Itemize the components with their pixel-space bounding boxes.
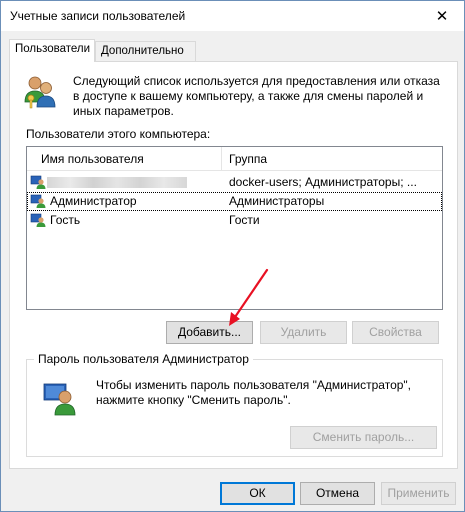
close-icon: ✕ [435,8,449,25]
row-group: docker-users; Администраторы; ... [229,175,417,189]
row-group: Администраторы [229,194,325,208]
row-username: Гость [50,213,81,227]
password-group: Пароль пользователя Администратор Чтобы … [26,352,443,457]
users-list-label: Пользователи этого компьютера: [26,127,211,141]
intro-description: Следующий список используется для предос… [73,74,440,118]
users-icon [24,76,56,109]
close-button[interactable]: ✕ [420,1,464,31]
ok-button[interactable]: ОК [220,482,295,505]
user-icon [30,175,46,189]
column-header-username[interactable]: Имя пользователя [27,147,222,171]
password-description: Чтобы изменить пароль пользователя "Адми… [96,378,412,407]
apply-button[interactable]: Применить [381,482,456,505]
tab-advanced[interactable]: Дополнительно [95,41,196,62]
tab-users[interactable]: Пользователи [9,39,95,62]
dialog-window: Учетные записи пользователей ✕ Пользоват… [0,0,465,512]
row-group: Гости [229,213,260,227]
table-row[interactable]: docker-users; Администраторы; ... [27,173,442,192]
column-header-group[interactable]: Группа [222,147,442,171]
password-group-title: Пароль пользователя Администратор [34,352,253,366]
user-icon [30,213,46,227]
obscured-username [47,177,187,188]
table-row[interactable]: Администратор Администраторы [27,192,442,211]
table-row[interactable]: Гость Гости [27,211,442,230]
user-key-icon [43,383,76,416]
properties-button[interactable]: Свойства [352,321,439,344]
user-icon [30,194,46,208]
cancel-button[interactable]: Отмена [300,482,375,505]
users-tab-panel: Следующий список используется для предос… [9,61,458,469]
title-bar[interactable]: Учетные записи пользователей ✕ [1,1,464,31]
change-password-button[interactable]: Сменить пароль... [290,426,437,449]
row-username: Администратор [50,194,137,208]
users-listview[interactable]: Имя пользователя Группа docker-users; Ад… [26,146,443,310]
listview-header: Имя пользователя Группа [27,147,442,171]
window-title: Учетные записи пользователей [10,9,186,23]
